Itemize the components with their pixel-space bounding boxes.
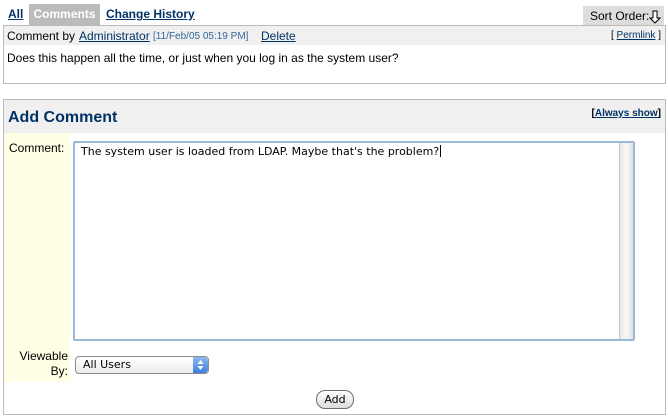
permalink-link[interactable]: Permlink <box>617 30 656 41</box>
add-comment-button[interactable]: Add <box>316 390 354 409</box>
add-comment-panel: Add Comment [Always show] Comment: The s… <box>3 99 666 415</box>
viewable-by-select[interactable]: All Users <box>75 356 209 374</box>
comment-item: Comment by Administrator [11/Feb/05 05:1… <box>3 25 666 84</box>
view-tabs: All Comments Change History Sort Order: <box>0 4 664 27</box>
always-show-wrapper: [Always show] <box>592 108 662 119</box>
up-down-arrows-icon <box>197 360 204 370</box>
permalink-bracket-close: ] <box>658 30 661 41</box>
always-show-link[interactable]: Always show <box>595 108 658 119</box>
sort-order-control[interactable]: Sort Order: <box>583 6 664 27</box>
comment-field-label: Comment: <box>9 141 65 155</box>
comment-by-label: Comment by <box>7 29 76 43</box>
add-comment-title: Add Comment <box>8 109 118 126</box>
tab-comments[interactable]: Comments <box>29 4 100 25</box>
sort-down-arrow-icon[interactable] <box>649 10 661 24</box>
comment-textarea[interactable]: The system user is loaded from LDAP. May… <box>73 141 635 341</box>
comment-author-link[interactable]: Administrator <box>79 29 150 43</box>
viewable-by-value: All Users <box>83 358 131 371</box>
tab-change-history[interactable]: Change History <box>106 4 195 25</box>
label-column <box>4 133 70 382</box>
add-comment-header: Add Comment [Always show] <box>4 100 665 133</box>
tab-all[interactable]: All <box>8 4 23 25</box>
comment-header: Comment by Administrator [11/Feb/05 05:1… <box>4 25 665 45</box>
comment-body: Does this happen all the time, or just w… <box>7 51 399 65</box>
permalink-wrapper: [ Permlink ] <box>611 30 661 41</box>
permalink-bracket-open: [ <box>610 30 614 41</box>
comment-date: [11/Feb/05 05:19 PM] <box>153 31 249 42</box>
textarea-scrollbar[interactable] <box>619 143 633 339</box>
comment-text: The system user is loaded from LDAP. May… <box>81 145 440 158</box>
select-arrows-button[interactable] <box>193 357 208 373</box>
comment-textarea-value: The system user is loaded from LDAP. May… <box>81 145 442 158</box>
text-caret <box>440 145 442 157</box>
viewable-by-label: Viewable By: <box>19 349 68 378</box>
sort-order-label: Sort Order: <box>590 9 650 23</box>
always-show-bracket-close: ] <box>657 108 661 119</box>
delete-comment-link[interactable]: Delete <box>261 29 296 43</box>
